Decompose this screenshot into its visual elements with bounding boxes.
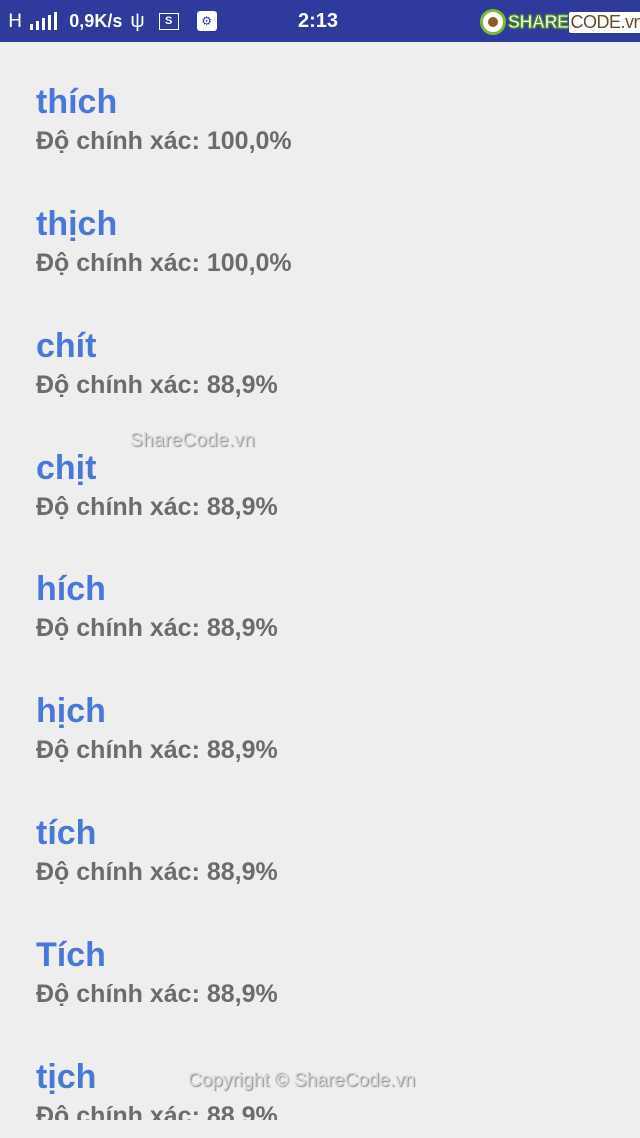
list-item[interactable]: hịch Độ chính xác: 88,9% [36, 691, 278, 767]
accuracy-label: Độ chính xác: [36, 371, 200, 399]
brand-text: SHARE CODE.vn [508, 11, 640, 33]
word: thịch [36, 205, 118, 243]
accuracy: Độ chính xác: 88,9% [36, 977, 278, 1011]
accuracy: Độ chính xác: 88,9% [36, 490, 278, 524]
accuracy-label: Độ chính xác: [36, 1102, 200, 1120]
word: chịt [36, 449, 97, 487]
accuracy-label: Độ chính xác: [36, 980, 200, 1008]
screenshot-icon: S [158, 12, 179, 30]
list-item[interactable]: Tích Độ chính xác: 88,9% [36, 935, 278, 1011]
data-speed: 0,9K/s [69, 10, 123, 31]
word: hịch [36, 692, 106, 730]
accuracy: Độ chính xác: 100,0% [36, 124, 292, 158]
list-item[interactable]: chít Độ chính xác: 88,9% [36, 326, 278, 402]
sharecode-logo-icon [480, 9, 506, 35]
list-item[interactable]: thịch Độ chính xác: 100,0% [36, 204, 292, 280]
usb-debugging-icon: ⚙ [196, 11, 217, 31]
accuracy: Độ chính xác: 88,9% [36, 1099, 278, 1120]
accuracy-label: Độ chính xác: [36, 127, 200, 155]
accuracy-value: 88,9% [206, 1102, 278, 1120]
brand-share: SHARE [508, 11, 570, 32]
word: chít [36, 327, 97, 365]
accuracy-value: 88,9% [206, 980, 278, 1008]
usb-icon: ψ [130, 9, 145, 32]
network-type: H [8, 10, 23, 32]
suggestion-list[interactable]: thích Độ chính xác: 100,0% thịch Độ chín… [36, 42, 616, 1120]
accuracy-value: 100,0% [206, 249, 292, 277]
word: Tích [36, 936, 106, 974]
word: hích [36, 570, 106, 608]
accuracy: Độ chính xác: 100,0% [36, 246, 292, 280]
accuracy: Độ chính xác: 88,9% [36, 368, 278, 402]
watermark: ShareCode.vn [130, 430, 256, 451]
accuracy: Độ chính xác: 88,9% [36, 611, 278, 645]
accuracy-value: 88,9% [206, 371, 278, 399]
signal-bars-icon [30, 12, 58, 30]
accuracy: Độ chính xác: 88,9% [36, 733, 278, 767]
accuracy-label: Độ chính xác: [36, 614, 200, 642]
list-item[interactable]: chịt Độ chính xác: 88,9% [36, 448, 278, 524]
copyright-watermark: Copyright © ShareCode.vn [188, 1070, 416, 1091]
accuracy-label: Độ chính xác: [36, 493, 200, 521]
accuracy-value: 88,9% [206, 858, 278, 886]
accuracy-value: 100,0% [206, 127, 292, 155]
brand-code: CODE.vn [568, 11, 640, 33]
list-item[interactable]: thích Độ chính xác: 100,0% [36, 82, 292, 158]
accuracy: Độ chính xác: 88,9% [36, 855, 278, 889]
status-bar-left: H 0,9K/s ψ S ⚙ [8, 0, 217, 42]
clock: 2:13 [298, 10, 339, 32]
accuracy-value: 88,9% [206, 736, 278, 764]
list-item[interactable]: hích Độ chính xác: 88,9% [36, 569, 278, 645]
accuracy-value: 88,9% [206, 493, 278, 521]
list-item[interactable]: tích Độ chính xác: 88,9% [36, 813, 278, 889]
accuracy-label: Độ chính xác: [36, 736, 200, 764]
status-bar: H 0,9K/s ψ S ⚙ 2:13 SHARE CODE.vn [0, 0, 640, 42]
word: thích [36, 83, 118, 121]
accuracy-value: 88,9% [206, 614, 278, 642]
sharecode-brand: SHARE CODE.vn [480, 8, 640, 36]
word: tích [36, 814, 97, 852]
accuracy-label: Độ chính xác: [36, 249, 200, 277]
accuracy-label: Độ chính xác: [36, 858, 200, 886]
